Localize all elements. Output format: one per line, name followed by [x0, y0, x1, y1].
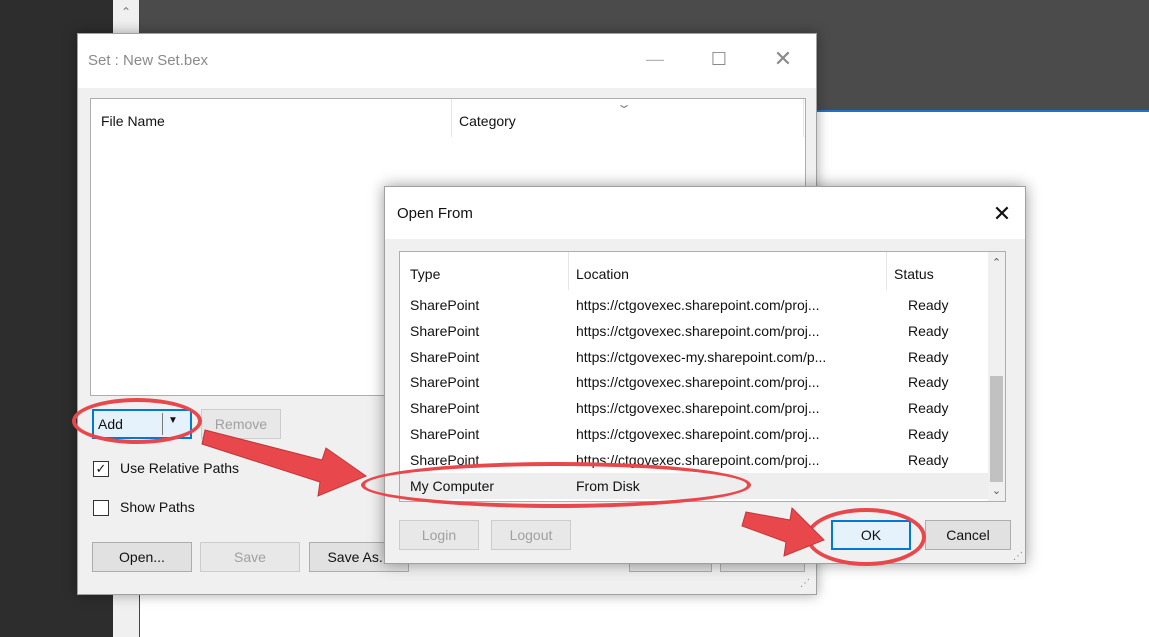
- cell-location: https://ctgovexec.sharepoint.com/proj...: [576, 400, 820, 417]
- cell-status: Ready: [908, 400, 949, 417]
- cell-status: Ready: [908, 348, 949, 365]
- cell-status: Ready: [908, 374, 949, 391]
- column-header-type[interactable]: Type: [410, 266, 440, 282]
- use-relative-paths-label[interactable]: Use Relative Paths: [120, 460, 239, 476]
- show-paths-checkbox[interactable]: [93, 500, 109, 516]
- list-item[interactable]: SharePoint https://ctgovexec-my.sharepoin…: [400, 344, 988, 370]
- cell-type: SharePoint: [410, 400, 480, 417]
- cell-location: https://ctgovexec-my.sharepoint.com/p...: [576, 348, 827, 365]
- background-accent-line: [815, 110, 1149, 112]
- column-header-location[interactable]: Location: [576, 266, 629, 282]
- column-divider[interactable]: [803, 99, 804, 137]
- show-paths-label[interactable]: Show Paths: [120, 499, 195, 515]
- use-relative-paths-checkbox[interactable]: ✓: [93, 461, 109, 477]
- open-button[interactable]: Open...: [92, 542, 192, 572]
- scrollbar-thumb[interactable]: [990, 376, 1003, 482]
- minimize-icon[interactable]: —: [640, 44, 670, 74]
- cell-location: https://ctgovexec.sharepoint.com/proj...: [576, 426, 820, 442]
- set-window-title: Set : New Set.bex: [88, 52, 209, 69]
- annotation-circle-my-computer: [361, 462, 751, 508]
- open-from-title: Open From: [397, 205, 473, 222]
- open-from-dialog: Open From ✕ Type Location Status SharePo…: [384, 186, 1026, 564]
- column-header-file-name[interactable]: File Name: [101, 113, 165, 129]
- set-window-titlebar: Set : New Set.bex — ☐ ✕: [78, 34, 816, 88]
- maximize-icon[interactable]: ☐: [704, 44, 734, 74]
- close-icon[interactable]: ✕: [768, 44, 798, 74]
- column-divider[interactable]: [568, 252, 569, 290]
- cell-status: Ready: [908, 322, 949, 339]
- annotation-circle-add: [72, 398, 202, 444]
- cell-type: SharePoint: [410, 322, 480, 339]
- cell-type: SharePoint: [410, 297, 480, 313]
- save-button[interactable]: Save: [200, 542, 300, 572]
- list-item[interactable]: SharePoint https://ctgovexec.sharepoint.c…: [400, 369, 988, 395]
- cell-type: SharePoint: [410, 426, 480, 442]
- cell-type: SharePoint: [410, 348, 480, 365]
- cell-status: Ready: [908, 451, 949, 468]
- cancel-button[interactable]: Cancel: [925, 520, 1011, 550]
- annotation-circle-ok: [806, 508, 926, 566]
- cell-type: SharePoint: [410, 374, 480, 391]
- list-item[interactable]: SharePoint https://ctgovexec.sharepoint.c…: [400, 395, 988, 421]
- sort-chevron-icon: ⌄: [615, 97, 633, 111]
- list-item[interactable]: SharePoint https://ctgovexec.sharepoint.c…: [400, 318, 988, 344]
- close-icon[interactable]: ✕: [987, 199, 1017, 229]
- list-scrollbar[interactable]: ⌃ ⌄: [988, 252, 1005, 501]
- cell-status: Ready: [908, 297, 949, 313]
- scroll-down-arrow-icon[interactable]: ⌄: [988, 484, 1005, 497]
- remove-button[interactable]: Remove: [201, 409, 281, 439]
- list-item[interactable]: SharePoint https://ctgovexec.sharepoint.c…: [400, 421, 988, 447]
- resize-grip-icon[interactable]: ⋰: [800, 578, 810, 589]
- column-header-category[interactable]: Category: [459, 113, 516, 129]
- resize-grip-icon[interactable]: ⋰: [1013, 551, 1023, 562]
- cell-location: https://ctgovexec.sharepoint.com/proj...: [576, 374, 820, 391]
- column-divider[interactable]: [886, 252, 887, 290]
- cell-status: Ready: [908, 426, 949, 442]
- cell-location: https://ctgovexec.sharepoint.com/proj...: [576, 322, 820, 339]
- open-from-titlebar: Open From ✕: [385, 187, 1025, 239]
- scroll-up-arrow-icon[interactable]: ⌃: [988, 256, 1005, 269]
- cell-location: https://ctgovexec.sharepoint.com/proj...: [576, 297, 820, 313]
- column-header-status[interactable]: Status: [894, 266, 934, 282]
- list-item[interactable]: SharePoint https://ctgovexec.sharepoint.c…: [400, 292, 988, 318]
- login-button[interactable]: Login: [399, 520, 479, 550]
- scroll-up-arrow-icon[interactable]: ⌃: [118, 4, 134, 20]
- column-divider[interactable]: [451, 99, 452, 137]
- logout-button[interactable]: Logout: [491, 520, 571, 550]
